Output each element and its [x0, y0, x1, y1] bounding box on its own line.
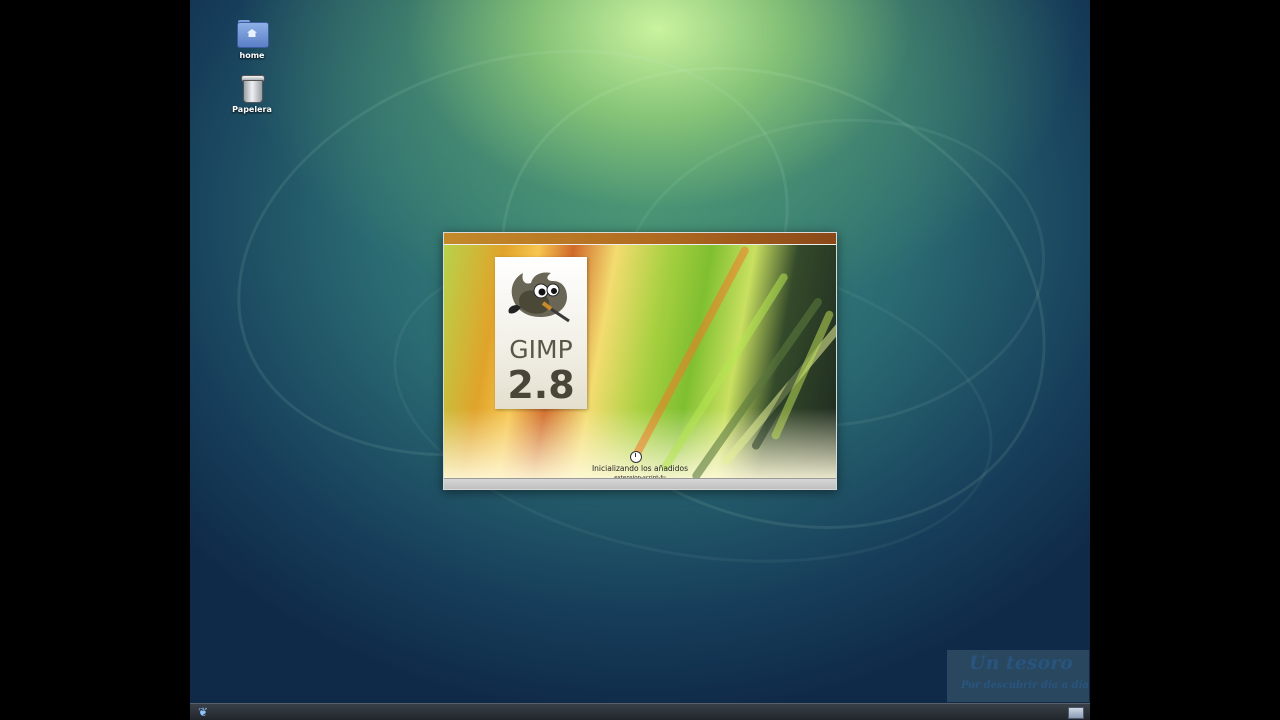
letterbox-left — [0, 0, 190, 720]
desktop-icon-home[interactable]: home — [222, 20, 282, 60]
logo-version: 2.8 — [507, 363, 575, 407]
watermark-title: Un tesoro — [969, 652, 1073, 674]
xfce-menu-icon[interactable]: ❦ — [196, 705, 210, 719]
loading-spinner-icon — [630, 451, 642, 463]
desktop-icon-label: home — [239, 51, 265, 60]
wilber-mascot-icon — [508, 272, 570, 323]
home-folder-icon — [236, 20, 269, 48]
trash-icon — [236, 74, 268, 103]
splash-status-text: Inicializando los añadidos — [591, 464, 689, 473]
gimp-logo-panel: GIMP 2.8 — [495, 257, 587, 409]
watermark: Un tesoro Por descubrir día a día — [947, 650, 1089, 702]
gimp-splash-window: GIMP 2.8 Inicializando los añadidos exte… — [443, 232, 837, 490]
splash-topbar — [444, 233, 836, 245]
watermark-subtitle: Por descubrir día a día — [961, 680, 1089, 691]
letterbox-right — [1090, 0, 1280, 720]
splash-artwork: GIMP 2.8 Inicializando los añadidos exte… — [444, 245, 836, 482]
show-desktop-icon[interactable] — [1068, 707, 1084, 719]
desktop-icon-label: Papelera — [232, 105, 272, 114]
desktop-icon-trash[interactable]: Papelera — [222, 74, 282, 114]
splash-progress-bar — [444, 478, 836, 489]
logo-app-name: GIMP — [509, 335, 573, 364]
taskbar: ❦ — [190, 703, 1090, 720]
